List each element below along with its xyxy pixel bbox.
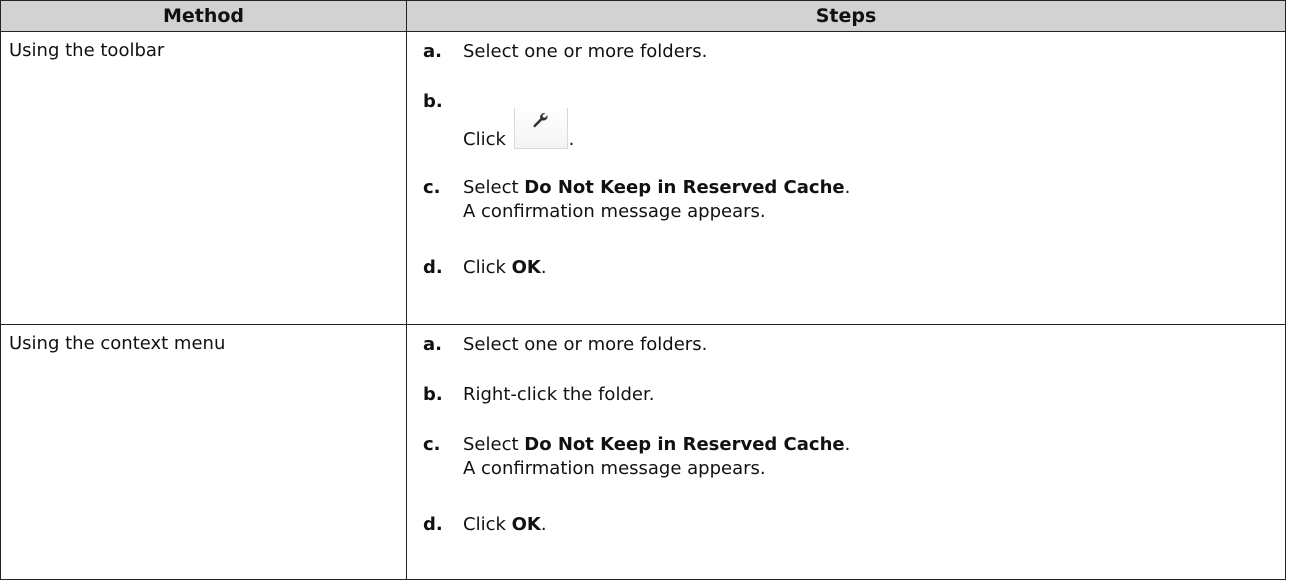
step-letter: c. bbox=[423, 177, 441, 198]
header-steps: Steps bbox=[406, 0, 1286, 32]
method-steps-table: Method Steps Using the toolbar a. Select… bbox=[0, 0, 1286, 580]
step-text: Click bbox=[463, 514, 506, 535]
step-text: Click bbox=[463, 257, 506, 278]
method-cell: Using the toolbar bbox=[0, 31, 407, 325]
steps-cell: a. Select one or more folders. b. Click … bbox=[406, 31, 1286, 325]
step-d: d. Click OK. bbox=[407, 256, 1285, 280]
step-letter: d. bbox=[423, 514, 443, 535]
step-letter: a. bbox=[423, 41, 442, 62]
step-letter: b. bbox=[423, 91, 443, 112]
wrench-icon bbox=[513, 108, 568, 149]
step-letter: c. bbox=[423, 434, 441, 455]
step-text: Select bbox=[463, 177, 519, 198]
button-name: OK bbox=[511, 257, 541, 278]
step-letter: b. bbox=[423, 384, 443, 405]
option-name: Do Not Keep in Reserved Cache bbox=[524, 434, 845, 455]
step-text: Right-click the folder. bbox=[463, 384, 655, 405]
method-cell: Using the context menu bbox=[0, 324, 407, 580]
steps-cell: a. Select one or more folders. b. Right-… bbox=[406, 324, 1286, 580]
step-punct: . bbox=[568, 129, 575, 150]
step-text: Select one or more folders. bbox=[463, 41, 708, 62]
step-punct: . bbox=[844, 177, 851, 198]
step-letter: d. bbox=[423, 257, 443, 278]
step-c: c. Select Do Not Keep in Reserved Cache.… bbox=[407, 176, 1285, 224]
table-row-context-menu: Using the context menu a. Select one or … bbox=[0, 324, 1286, 580]
step-punct: . bbox=[844, 434, 851, 455]
step-a: a. Select one or more folders. bbox=[407, 40, 1285, 64]
step-punct: . bbox=[540, 257, 547, 278]
step-b: b. Click . bbox=[407, 90, 1285, 152]
step-text: Select one or more folders. bbox=[463, 334, 708, 355]
step-punct: . bbox=[540, 514, 547, 535]
step-text: Select bbox=[463, 434, 519, 455]
table-row-toolbar: Using the toolbar a. Select one or more … bbox=[0, 31, 1286, 325]
step-c: c. Select Do Not Keep in Reserved Cache.… bbox=[407, 433, 1285, 481]
step-text: Click bbox=[463, 129, 506, 150]
step-letter: a. bbox=[423, 334, 442, 355]
step-result-text: A confirmation message appears. bbox=[463, 201, 766, 222]
header-method: Method bbox=[0, 0, 407, 32]
option-name: Do Not Keep in Reserved Cache bbox=[524, 177, 845, 198]
step-b: b. Right-click the folder. bbox=[407, 383, 1285, 407]
step-a: a. Select one or more folders. bbox=[407, 333, 1285, 357]
table-header-row: Method Steps bbox=[0, 0, 1286, 32]
step-d: d. Click OK. bbox=[407, 513, 1285, 537]
button-name: OK bbox=[511, 514, 541, 535]
step-result-text: A confirmation message appears. bbox=[463, 458, 766, 479]
